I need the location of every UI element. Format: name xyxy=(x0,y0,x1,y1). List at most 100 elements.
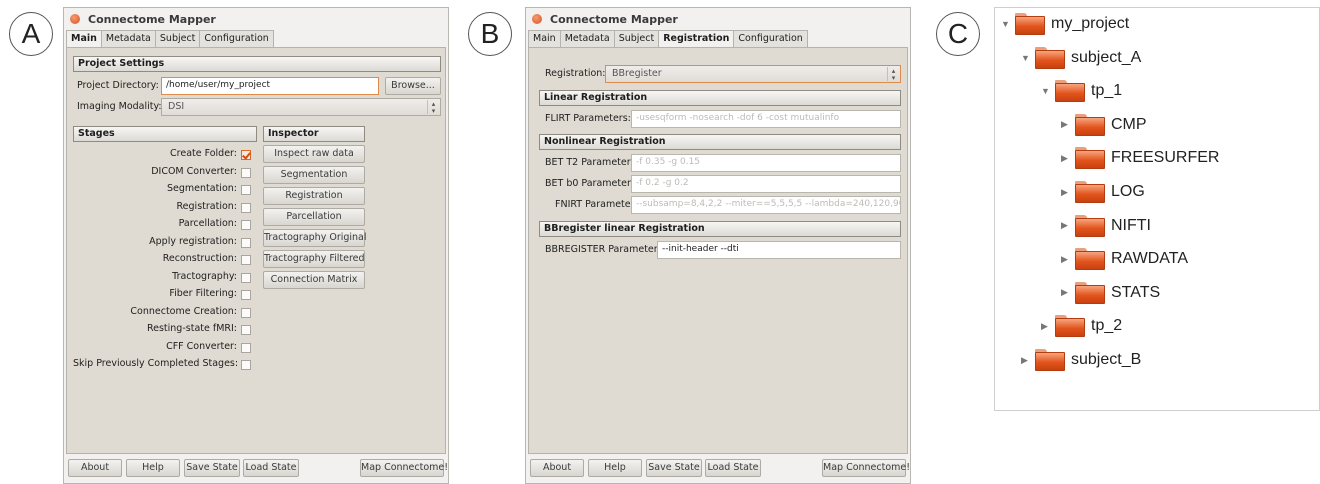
tree-row[interactable]: ▶ STATS xyxy=(1061,278,1160,308)
close-icon[interactable] xyxy=(70,14,80,24)
panel-letter-b: B xyxy=(468,12,512,56)
folder-icon xyxy=(1075,113,1105,136)
save-state-button[interactable]: Save State xyxy=(184,459,240,477)
stage-checkbox[interactable] xyxy=(241,360,251,370)
imaging-modality-select[interactable]: DSI ▴ ▾ xyxy=(161,98,441,116)
spin-arrows-icon: ▴ ▾ xyxy=(427,100,439,115)
inspector-button[interactable]: Parcellation xyxy=(263,208,365,226)
folder-icon xyxy=(1075,248,1105,271)
stage-label: Resting-state fMRI: xyxy=(146,323,237,334)
inspector-button[interactable]: Tractography Original xyxy=(263,229,367,247)
collapsed-arrow-icon[interactable]: ▶ xyxy=(1061,220,1075,231)
tree-row[interactable]: ▼ tp_1 xyxy=(1041,76,1122,106)
footer-bar: About Help Save State Load State Map Con… xyxy=(526,454,910,483)
stage-checkbox[interactable] xyxy=(241,342,251,353)
tab-metadata[interactable]: Metadata xyxy=(100,30,156,47)
collapsed-arrow-icon[interactable]: ▶ xyxy=(1061,287,1075,298)
folder-label: subject_A xyxy=(1071,48,1142,66)
stage-checkbox[interactable] xyxy=(241,325,251,335)
tab-registration[interactable]: Registration xyxy=(658,30,735,48)
help-button[interactable]: Help xyxy=(588,459,642,477)
inspector-button[interactable]: Registration xyxy=(263,187,365,205)
registration-select[interactable]: BBregister ▴ ▾ xyxy=(605,65,901,83)
imaging-modality-value: DSI xyxy=(168,101,185,112)
tree-row[interactable]: ▶ NIFTI xyxy=(1061,211,1151,241)
stage-checkbox[interactable] xyxy=(241,255,251,265)
stage-checkbox[interactable] xyxy=(241,307,251,318)
project-directory-input[interactable]: /home/user/my_project xyxy=(161,77,379,95)
map-connectome-button[interactable]: Map Connectome! xyxy=(360,459,448,477)
flirt-parameters-input[interactable]: -usesqform -nosearch -dof 6 -cost mutual… xyxy=(631,110,901,128)
tab-main[interactable]: Main xyxy=(66,30,102,48)
collapsed-arrow-icon[interactable]: ▶ xyxy=(1061,187,1075,198)
inspector-button[interactable]: Segmentation xyxy=(263,166,365,184)
tab-main[interactable]: Main xyxy=(528,30,561,47)
main-tab-content: Project Settings Project Directory: /hom… xyxy=(66,47,446,454)
folder-label: tp_1 xyxy=(1091,82,1123,100)
bet-t2-parameters-input[interactable]: -f 0.35 -g 0.15 xyxy=(631,154,901,172)
stage-checkbox[interactable] xyxy=(241,202,251,213)
browse-button[interactable]: Browse... xyxy=(385,77,441,95)
tree-row[interactable]: ▶ subject_B xyxy=(1021,345,1141,375)
stage-checkbox[interactable] xyxy=(241,220,251,230)
about-button[interactable]: About xyxy=(530,459,584,477)
registration-value: BBregister xyxy=(612,68,662,79)
stage-checkbox[interactable] xyxy=(241,185,251,195)
inspector-button[interactable]: Tractography Filtered xyxy=(263,250,365,268)
close-icon[interactable] xyxy=(532,14,542,24)
tree-row[interactable]: ▶ FREESURFER xyxy=(1061,143,1219,173)
tree-row[interactable]: ▼ my_project xyxy=(1001,9,1129,39)
fnirt-parameters-input[interactable]: --subsamp=8,4,2,2 --miter==5,5,5,5 --lam… xyxy=(631,196,901,214)
tree-row[interactable]: ▶ tp_2 xyxy=(1041,311,1122,341)
folder-icon xyxy=(1075,281,1105,304)
folder-label: NIFTI xyxy=(1111,216,1151,234)
nonlinear-registration-header: Nonlinear Registration xyxy=(539,134,901,150)
tree-row[interactable]: ▼ subject_A xyxy=(1021,43,1141,73)
stage-label: DICOM Converter: xyxy=(151,165,237,177)
stage-checkbox[interactable] xyxy=(241,290,251,300)
collapsed-arrow-icon[interactable]: ▶ xyxy=(1061,153,1075,164)
inspector-button[interactable]: Inspect raw data xyxy=(263,145,365,163)
folder-icon xyxy=(1035,349,1065,371)
panel-letter-c: C xyxy=(936,12,980,56)
imaging-modality-label: Imaging Modality: xyxy=(77,101,162,112)
stage-label: Connectome Creation: xyxy=(130,305,237,317)
tab-configuration[interactable]: Configuration xyxy=(199,30,274,47)
tab-configuration[interactable]: Configuration xyxy=(733,30,808,47)
stage-checkbox[interactable] xyxy=(241,167,251,178)
map-connectome-button[interactable]: Map Connectome! xyxy=(822,459,910,477)
tab-metadata[interactable]: Metadata xyxy=(559,30,615,47)
stage-checkbox[interactable] xyxy=(241,237,251,248)
tab-subject[interactable]: Subject xyxy=(154,30,201,47)
title-bar: Connectome Mapper xyxy=(64,8,448,30)
expanded-arrow-icon[interactable]: ▼ xyxy=(1001,19,1015,29)
expanded-arrow-icon[interactable]: ▼ xyxy=(1041,86,1055,96)
window-title: Connectome Mapper xyxy=(88,12,216,26)
stages-header: Stages xyxy=(73,126,257,142)
bbregister-parameters-input[interactable]: --init-header --dti xyxy=(657,241,901,259)
inspector-header: Inspector xyxy=(263,126,365,142)
window-title: Connectome Mapper xyxy=(550,12,678,26)
help-button[interactable]: Help xyxy=(126,459,180,477)
collapsed-arrow-icon[interactable]: ▶ xyxy=(1061,254,1075,265)
stage-label: Create Folder: xyxy=(170,148,237,159)
tree-row[interactable]: ▶ RAWDATA xyxy=(1061,244,1188,274)
fnirt-parameters-label: FNIRT Parameters: xyxy=(555,199,643,210)
save-state-button[interactable]: Save State xyxy=(646,459,702,477)
expanded-arrow-icon[interactable]: ▼ xyxy=(1021,53,1035,63)
inspector-button[interactable]: Connection Matrix xyxy=(263,271,365,289)
tab-subject[interactable]: Subject xyxy=(613,30,660,47)
collapsed-arrow-icon[interactable]: ▶ xyxy=(1061,119,1075,130)
folder-label: my_project xyxy=(1051,15,1130,32)
stage-checkbox[interactable] xyxy=(241,150,251,160)
about-button[interactable]: About xyxy=(68,459,122,477)
tree-row[interactable]: ▶ LOG xyxy=(1061,177,1145,207)
tree-row[interactable]: ▶ CMP xyxy=(1061,110,1147,140)
collapsed-arrow-icon[interactable]: ▶ xyxy=(1021,355,1035,366)
collapsed-arrow-icon[interactable]: ▶ xyxy=(1041,321,1055,332)
load-state-button[interactable]: Load State xyxy=(705,459,761,477)
bet-b0-parameters-input[interactable]: -f 0.2 -g 0.2 xyxy=(631,175,901,193)
stage-checkbox[interactable] xyxy=(241,272,251,283)
folder-icon xyxy=(1075,147,1105,170)
load-state-button[interactable]: Load State xyxy=(243,459,299,477)
